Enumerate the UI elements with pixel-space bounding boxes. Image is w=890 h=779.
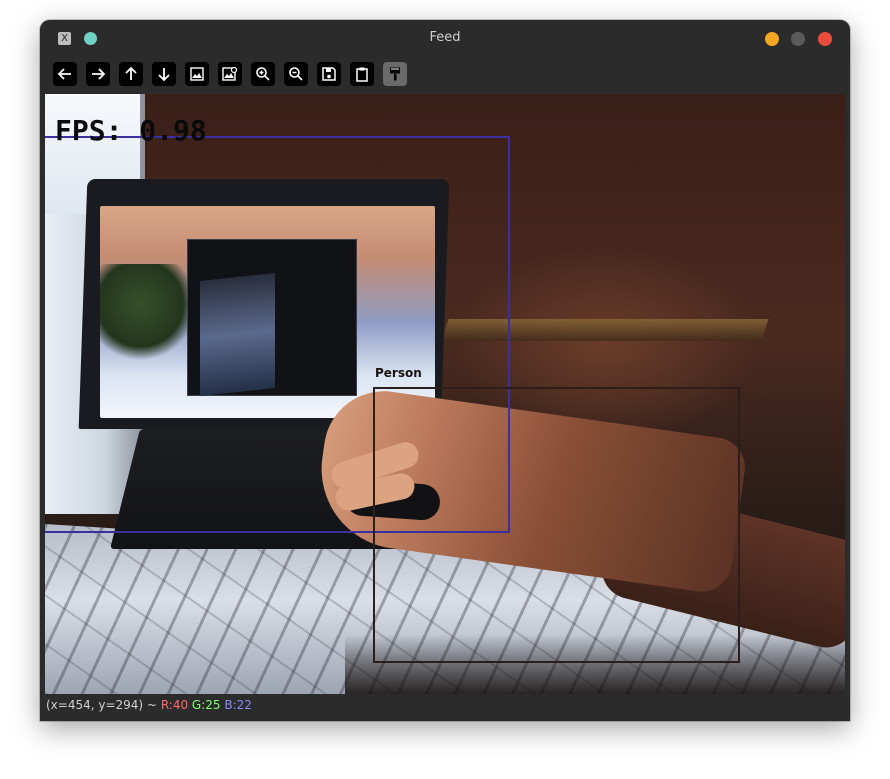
- title-bar[interactable]: X Feed: [40, 20, 850, 56]
- arrow-down-icon: [158, 68, 170, 82]
- pan-right-button[interactable]: [86, 62, 110, 86]
- fps-counter: FPS: 0.98: [55, 114, 207, 147]
- zoom-fit-button[interactable]: [185, 62, 209, 86]
- minimize-button[interactable]: [765, 32, 779, 46]
- close-button[interactable]: [818, 32, 832, 46]
- pan-up-button[interactable]: [119, 62, 143, 86]
- pixel-green-value: G:25: [191, 698, 221, 712]
- person-box-label: Person: [375, 366, 422, 380]
- copy-clipboard-button[interactable]: [350, 62, 374, 86]
- zoom-out-button[interactable]: [284, 62, 308, 86]
- zoom-original-button[interactable]: [218, 62, 242, 86]
- save-button[interactable]: [317, 62, 341, 86]
- arrow-left-icon: [57, 68, 71, 80]
- zoom-in-button[interactable]: [251, 62, 275, 86]
- pan-left-button[interactable]: [53, 62, 77, 86]
- arrow-right-icon: [92, 68, 106, 80]
- image-icon: [190, 67, 204, 81]
- paint-brush-icon: [390, 67, 400, 81]
- zoom-out-icon: [289, 67, 303, 81]
- zoom-in-icon: [256, 67, 270, 81]
- camera-feed[interactable]: Person FPS: 0.98: [45, 94, 845, 694]
- app-window: X Feed Person FPS: 0.98 (x=454, y=294) ~…: [40, 20, 850, 721]
- cursor-coordinates: (x=454, y=294) ~: [46, 698, 157, 712]
- maximize-button[interactable]: [791, 32, 805, 46]
- arrow-up-icon: [125, 66, 137, 80]
- toolbar: [40, 56, 850, 94]
- window-title: Feed: [429, 30, 461, 45]
- status-bar: (x=454, y=294) ~ R:40 G:25 B:22: [40, 694, 850, 721]
- image-zoom-icon: [222, 66, 238, 81]
- clipboard-icon: [356, 67, 368, 82]
- pan-down-button[interactable]: [152, 62, 176, 86]
- save-icon: [322, 67, 336, 81]
- properties-button[interactable]: [383, 62, 407, 86]
- pixel-blue-value: B:22: [224, 698, 252, 712]
- pixel-red-value: R:40: [160, 698, 189, 712]
- person-bounding-box: [373, 387, 740, 663]
